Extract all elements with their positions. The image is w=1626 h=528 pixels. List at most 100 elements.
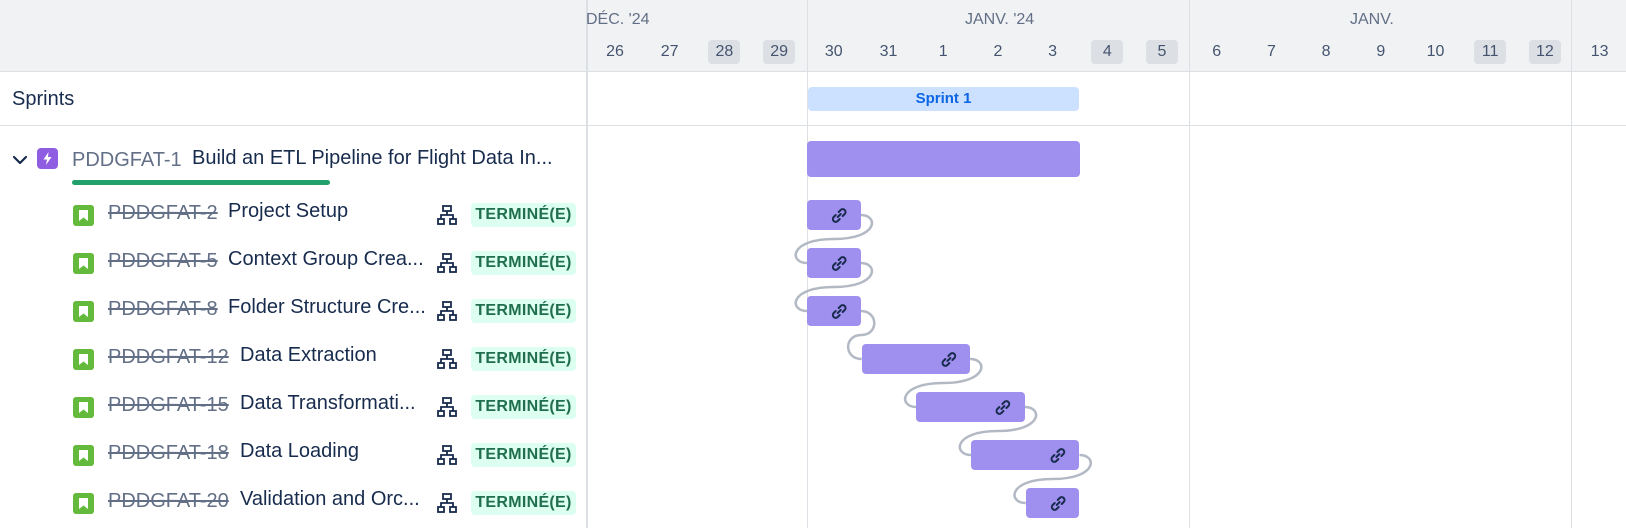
child-row[interactable]: PDDGFAT-18 Data Loading TERMINÉ(E) (0, 431, 586, 479)
day-label: 30 (824, 43, 843, 60)
bookmark-icon (79, 402, 88, 413)
link-icon[interactable] (807, 296, 861, 326)
child-key[interactable]: PDDGFAT-15 (108, 394, 229, 417)
child-row[interactable]: PDDGFAT-8 Folder Structure Cre... TERMIN… (0, 287, 586, 335)
status-badge: TERMINÉ(E) (471, 347, 576, 371)
task-bar[interactable] (861, 344, 971, 374)
day-label: 11 (1474, 40, 1507, 64)
task-bar[interactable] (807, 296, 861, 326)
link-icon[interactable] (807, 248, 861, 278)
child-key[interactable]: PDDGFAT-8 (108, 298, 218, 321)
child-summary[interactable]: Project Setup (228, 200, 348, 223)
hierarchy-icon[interactable] (436, 444, 458, 466)
story-icon (73, 349, 94, 370)
child-row[interactable]: PDDGFAT-5 Context Group Crea... TERMINÉ(… (0, 239, 586, 287)
task-bar[interactable] (916, 392, 1025, 422)
day-label: 4 (1091, 40, 1124, 64)
day-label: 3 (1048, 43, 1058, 60)
hierarchy-icon[interactable] (436, 204, 458, 226)
day-label: 6 (1212, 43, 1222, 60)
day-label: 26 (606, 43, 624, 60)
link-icon[interactable] (1026, 488, 1080, 518)
child-summary[interactable]: Data Loading (240, 440, 359, 463)
month-label: JANV. '24 (965, 11, 1035, 28)
epic-progress-bar (72, 180, 330, 185)
story-icon (73, 301, 94, 322)
hierarchy-icon[interactable] (436, 396, 458, 418)
day-label: 28 (708, 40, 741, 64)
child-row[interactable]: PDDGFAT-2 Project Setup TERMINÉ(E) (0, 191, 586, 239)
status-badge: TERMINÉ(E) (471, 395, 576, 419)
child-row[interactable]: PDDGFAT-20 Validation and Orc... TERMINÉ… (0, 479, 586, 527)
link-icon[interactable] (862, 344, 970, 374)
timeline-view: Sprints PDDGFAT-1 Build an ETL Pipeline … (0, 0, 1626, 528)
day-label: 13 (1590, 43, 1609, 60)
day-label: 7 (1266, 43, 1276, 60)
hierarchy-icon[interactable] (436, 300, 458, 322)
day-label: 8 (1321, 43, 1331, 60)
child-row[interactable]: PDDGFAT-15 Data Transformati... TERMINÉ(… (0, 383, 586, 431)
timeline-grid: DÉC. '24 JANV. '24 JANV. 26 27 28 29 30 31 1 2 3 4 5 6… (586, 0, 1626, 528)
story-icon (73, 493, 94, 514)
status-badge: TERMINÉ(E) (471, 203, 576, 227)
task-bar[interactable] (807, 248, 861, 278)
month-label: JANV. (1350, 11, 1394, 28)
day-label: 2 (993, 43, 1003, 60)
child-key[interactable]: PDDGFAT-2 (108, 202, 218, 225)
epic-icon (37, 148, 58, 169)
epic-key[interactable]: PDDGFAT-1 (72, 149, 182, 172)
child-key[interactable]: PDDGFAT-5 (108, 250, 218, 273)
day-label: 12 (1528, 40, 1561, 64)
lightning-icon (43, 152, 52, 165)
status-badge: TERMINÉ(E) (471, 251, 576, 275)
status-badge: TERMINÉ(E) (471, 491, 576, 515)
child-row[interactable]: PDDGFAT-12 Data Extraction TERMINÉ(E) (0, 335, 586, 383)
sprints-label: Sprints (12, 88, 75, 110)
bookmark-icon (79, 306, 88, 317)
epic-bar[interactable] (807, 141, 1080, 177)
chevron-down-icon[interactable] (10, 150, 30, 170)
task-bar[interactable] (807, 200, 861, 230)
story-icon (73, 445, 94, 466)
task-bar[interactable] (1025, 488, 1080, 518)
status-badge: TERMINÉ(E) (471, 443, 576, 467)
link-icon[interactable] (807, 200, 861, 230)
link-icon[interactable] (916, 392, 1024, 422)
sprint-row-separator (588, 125, 1626, 126)
child-key[interactable]: PDDGFAT-12 (108, 346, 229, 369)
child-summary[interactable]: Data Transformati... (240, 392, 416, 415)
day-label: 27 (660, 43, 679, 60)
status-badge: TERMINÉ(E) (471, 299, 576, 323)
day-label: 29 (763, 40, 796, 64)
hierarchy-icon[interactable] (436, 492, 458, 514)
week-separator (1571, 0, 1572, 528)
month-label: DÉC. '24 (586, 11, 650, 28)
sprints-row: Sprints (0, 72, 586, 126)
task-bar[interactable] (971, 440, 1080, 470)
epic-summary[interactable]: Build an ETL Pipeline for Flight Data In… (192, 147, 553, 170)
week-separator (1189, 0, 1190, 528)
day-label: 10 (1426, 43, 1445, 60)
bookmark-icon (79, 450, 88, 461)
dependency-lines (794, 213, 1092, 505)
sprint-bar[interactable]: Sprint 1 (808, 87, 1079, 111)
day-label: 31 (879, 43, 898, 60)
list-header (0, 0, 586, 72)
story-icon (73, 397, 94, 418)
child-key[interactable]: PDDGFAT-20 (108, 490, 229, 513)
day-label: 5 (1146, 40, 1178, 64)
child-key[interactable]: PDDGFAT-18 (108, 442, 229, 465)
child-summary[interactable]: Context Group Crea... (228, 248, 424, 271)
bookmark-icon (79, 258, 88, 269)
hierarchy-icon[interactable] (436, 348, 458, 370)
story-icon (73, 205, 94, 226)
child-summary[interactable]: Validation and Orc... (240, 488, 420, 511)
hierarchy-icon[interactable] (436, 252, 458, 274)
bookmark-icon (79, 498, 88, 509)
link-icon[interactable] (971, 440, 1079, 470)
child-summary[interactable]: Folder Structure Cre... (228, 296, 426, 319)
child-summary[interactable]: Data Extraction (240, 344, 377, 367)
day-label: 9 (1376, 43, 1386, 60)
bookmark-icon (79, 210, 88, 221)
bookmark-icon (79, 354, 88, 365)
